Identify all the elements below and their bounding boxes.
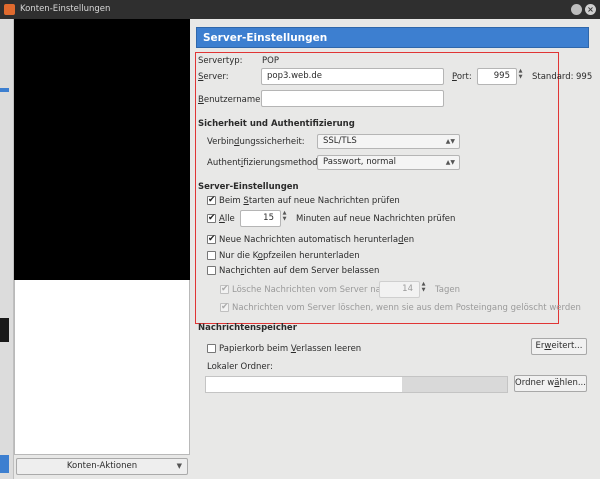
auth-method-label: Authentifizierungsmethode: xyxy=(207,158,326,168)
select-arrows-icon: ▲▼ xyxy=(445,159,455,166)
page-title: Server-Einstellungen xyxy=(196,27,589,48)
check-every-label: Alle xyxy=(219,214,235,224)
check-interval-input[interactable]: 15 xyxy=(240,210,281,227)
local-folder-label: Lokaler Ordner: xyxy=(207,362,273,372)
port-input[interactable]: 995 xyxy=(477,68,517,85)
minimize-button[interactable] xyxy=(571,4,582,15)
background-dark-block xyxy=(0,318,9,342)
server-type-label: Servertyp: xyxy=(198,56,243,66)
background-blue-block xyxy=(0,455,9,473)
account-tree-redacted xyxy=(14,19,190,280)
check-on-start-checkbox[interactable] xyxy=(207,195,216,205)
delete-after-days-input[interactable]: 14 xyxy=(379,281,420,298)
close-button[interactable]: × xyxy=(585,4,596,15)
auth-method-select[interactable]: Passwort, normal ▲▼ xyxy=(317,155,460,170)
check-on-start-label: Beim Starten auf neue Nachrichten prüfen xyxy=(219,196,400,206)
delete-when-removed-label: Nachrichten vom Server löschen, wenn sie… xyxy=(232,303,581,313)
delete-after-spinner[interactable]: ▲ ▼ xyxy=(420,281,427,293)
account-actions-label: Konten-Aktionen xyxy=(66,461,138,471)
standard-label: Standard: xyxy=(532,72,574,82)
window-title: Konten-Einstellungen xyxy=(20,4,111,14)
empty-trash-label: Papierkorb beim Verlassen leeren xyxy=(219,344,362,354)
server-settings-section-title: Server-Einstellungen xyxy=(198,182,299,192)
username-input[interactable] xyxy=(261,90,444,107)
delete-after-days-value: 14 xyxy=(402,284,413,294)
account-actions-button[interactable]: Konten-Aktionen ▼ xyxy=(16,458,188,475)
background-selection xyxy=(0,88,9,92)
select-arrows-icon: ▲▼ xyxy=(445,138,455,145)
check-every-checkbox[interactable] xyxy=(207,213,216,223)
delete-after-label: Lösche Nachrichten vom Server nach xyxy=(232,285,391,295)
connection-security-label: Verbindungssicherheit: xyxy=(207,137,305,147)
port-spinner[interactable]: ▲ ▼ xyxy=(517,68,524,80)
server-input[interactable]: pop3.web.de xyxy=(261,68,444,85)
connection-security-value: SSL/TLS xyxy=(323,136,357,146)
check-interval-value: 15 xyxy=(263,213,274,223)
standard-value: 995 xyxy=(576,72,593,82)
auto-download-checkbox[interactable] xyxy=(207,234,216,244)
check-interval-suffix: Minuten auf neue Nachrichten prüfen xyxy=(296,214,456,224)
auth-method-value: Passwort, normal xyxy=(323,157,396,167)
headers-only-label: Nur die Kopfzeilen herunterladen xyxy=(219,251,360,261)
empty-trash-checkbox[interactable] xyxy=(207,344,216,353)
delete-when-removed-checkbox[interactable] xyxy=(220,302,229,312)
local-folder-field[interactable] xyxy=(205,376,508,393)
port-value: 995 xyxy=(493,71,510,81)
check-interval-spinner[interactable]: ▲ ▼ xyxy=(281,210,288,222)
delete-after-checkbox[interactable] xyxy=(220,284,229,294)
server-type-value: POP xyxy=(262,56,279,66)
storage-section-title: Nachrichtenspeicher xyxy=(198,323,297,333)
port-label: Port: xyxy=(452,72,472,82)
security-section-title: Sicherheit und Authentifizierung xyxy=(198,119,355,129)
leave-on-server-checkbox[interactable] xyxy=(207,266,216,275)
local-folder-value xyxy=(206,377,402,392)
close-icon: × xyxy=(587,5,594,14)
advanced-button[interactable]: Erweitert... xyxy=(531,338,587,355)
choose-folder-button[interactable]: Ordner wählen... xyxy=(514,375,587,392)
auto-download-label: Neue Nachrichten automatisch herunterlad… xyxy=(219,235,415,245)
username-label: Benutzername: xyxy=(198,95,264,105)
leave-on-server-label: Nachrichten auf dem Server belassen xyxy=(219,266,380,276)
delete-after-suffix: Tagen xyxy=(435,285,461,295)
headers-only-checkbox[interactable] xyxy=(207,251,216,260)
connection-security-select[interactable]: SSL/TLS ▲▼ xyxy=(317,134,460,149)
chevron-down-icon: ▼ xyxy=(176,462,182,470)
app-icon xyxy=(4,4,15,15)
server-label: Server: xyxy=(198,72,229,82)
